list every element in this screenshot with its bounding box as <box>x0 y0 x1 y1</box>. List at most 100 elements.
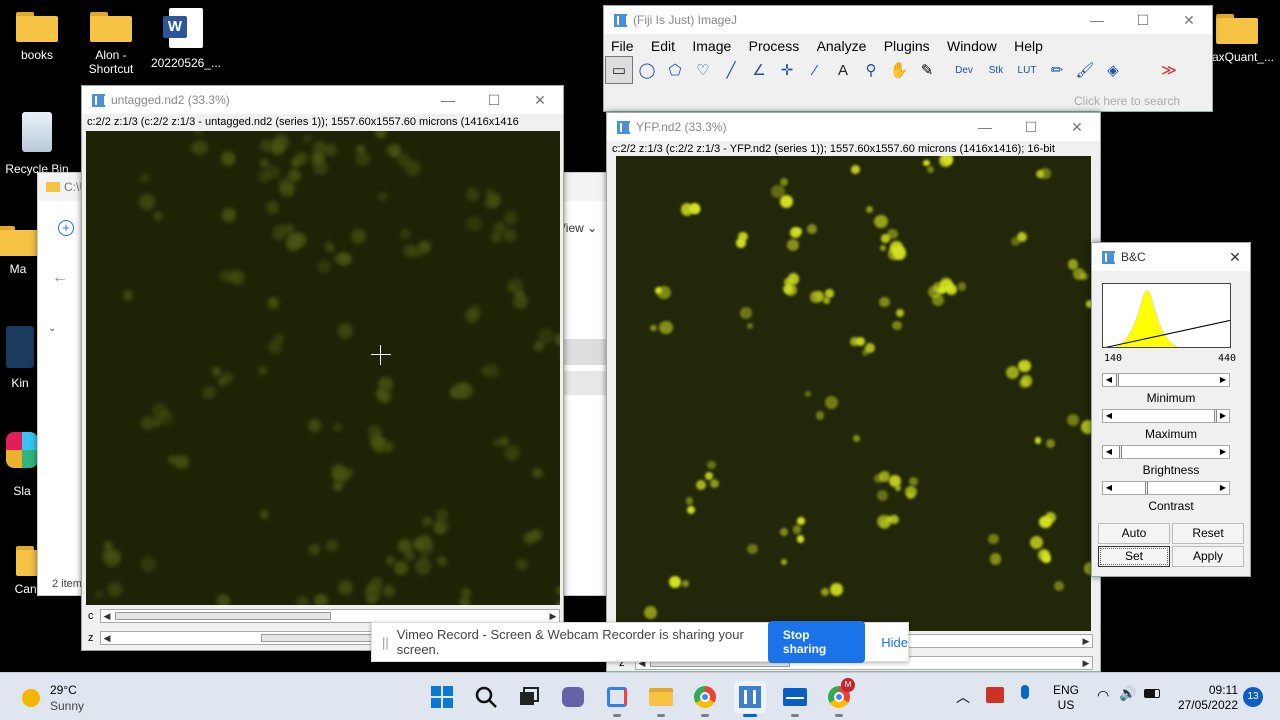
right-arrow-icon[interactable]: ▶ <box>1217 410 1229 422</box>
yfp-image-canvas[interactable] <box>616 156 1091 631</box>
hide-button[interactable]: Hide <box>881 635 908 650</box>
untagged-image-window[interactable]: untagged.nd2 (33.3%) — ☐ ✕ c:2/2 z:1/3 (… <box>81 85 564 651</box>
back-arrow-icon[interactable]: ← <box>52 269 68 287</box>
minimum-slider[interactable]: ◀ ▶ <box>1102 373 1230 387</box>
flood-fill-tool-icon[interactable]: ◈ <box>1099 56 1127 84</box>
language-indicator[interactable]: ENG US <box>1053 683 1079 713</box>
pencil-tool-icon[interactable]: ✏ <box>1043 56 1071 84</box>
left-arrow-icon[interactable]: ◀ <box>1103 482 1115 494</box>
slider-thumb[interactable] <box>115 612 331 620</box>
task-view-icon[interactable] <box>513 681 545 713</box>
right-arrow-icon[interactable]: ▶ <box>1217 374 1229 386</box>
dropper-tool-icon[interactable]: ✎ <box>913 56 941 84</box>
wand-tool-icon[interactable]: ⁄ <box>801 56 829 84</box>
menu-file[interactable]: File <box>611 38 634 54</box>
polygon-tool-icon[interactable]: ⬠ <box>661 56 689 84</box>
mail-icon[interactable] <box>779 681 811 717</box>
menu-edit[interactable]: Edit <box>651 38 675 54</box>
search-input[interactable]: Click here to search <box>1074 94 1180 108</box>
clock[interactable]: 09:11 27/05/2022 <box>1170 683 1238 713</box>
chat-icon[interactable] <box>557 681 589 713</box>
apply-button[interactable]: Apply <box>1172 546 1244 567</box>
brush-tool-icon[interactable]: 🖌 <box>1071 56 1099 84</box>
maximum-slider[interactable]: ◀ ▶ <box>1102 409 1230 423</box>
minimize-button[interactable]: — <box>1074 12 1120 29</box>
rectangle-tool-icon[interactable]: ▭ <box>605 56 633 84</box>
close-button[interactable]: ✕ <box>1220 249 1250 266</box>
chrome-icon[interactable] <box>689 681 721 717</box>
yfp-titlebar[interactable]: YFP.nd2 (33.3%) — ☐ ✕ <box>607 113 1100 141</box>
snipping-icon[interactable] <box>601 681 633 717</box>
right-arrow-icon[interactable]: ▶ <box>1217 446 1229 458</box>
stk-tool-button[interactable]: Stk <box>981 56 1011 84</box>
menu-process[interactable]: Process <box>749 38 800 54</box>
point-tool-icon[interactable]: ✛ <box>773 56 801 84</box>
drag-handle-icon[interactable]: || <box>382 635 389 650</box>
bc-titlebar[interactable]: B&C ✕ <box>1092 243 1250 271</box>
brightness-slider[interactable]: ◀ ▶ <box>1102 445 1230 459</box>
reset-button[interactable]: Reset <box>1172 523 1244 544</box>
left-arrow-icon[interactable]: ◀ <box>1103 374 1115 386</box>
chrome-profile-icon[interactable]: M <box>823 678 855 717</box>
desktop-icon-alon-shortcut[interactable]: Alon - Shortcut <box>71 10 151 76</box>
angle-tool-icon[interactable]: ∠ <box>745 56 773 84</box>
more-tools-icon[interactable]: ≫ <box>1155 56 1183 84</box>
lut-tool-button[interactable]: LUT <box>1011 56 1043 84</box>
auto-button[interactable]: Auto <box>1098 523 1170 544</box>
microphone-icon[interactable] <box>1021 685 1029 699</box>
menu-help[interactable]: Help <box>1014 38 1043 54</box>
desktop-icon-books[interactable]: books <box>0 10 77 62</box>
desktop-icon-recycle-bin[interactable]: Recycle Bin <box>0 112 77 176</box>
search-icon[interactable] <box>470 681 502 713</box>
stop-sharing-button[interactable]: Stop sharing <box>767 621 866 663</box>
maximize-button[interactable]: ☐ <box>1120 12 1166 29</box>
menu-plugins[interactable]: Plugins <box>884 38 930 54</box>
fiji-main-window[interactable]: (Fiji Is Just) ImageJ — ☐ ✕ File Edit Im… <box>603 5 1213 112</box>
expand-chevron-icon[interactable]: ⌄ <box>48 323 56 334</box>
close-button[interactable]: ✕ <box>1054 119 1100 136</box>
hand-tool-icon[interactable]: ✋ <box>885 56 913 84</box>
show-hidden-icons-icon[interactable]: ︿ <box>956 687 970 707</box>
right-arrow-icon[interactable]: ▶ <box>1217 482 1229 494</box>
right-arrow-icon[interactable]: ▶ <box>1080 636 1092 647</box>
slider-thumb[interactable] <box>1116 374 1120 386</box>
menu-image[interactable]: Image <box>692 38 731 54</box>
left-arrow-icon[interactable]: ◀ <box>1103 410 1115 422</box>
wifi-icon[interactable]: ◠ <box>1097 687 1109 704</box>
freehand-tool-icon[interactable]: ♡ <box>689 56 717 84</box>
maximize-button[interactable]: ☐ <box>1008 119 1054 136</box>
text-tool-icon[interactable]: A <box>829 56 857 84</box>
desktop-icon-word-doc[interactable]: W 20220526_... <box>146 8 226 70</box>
close-button[interactable]: ✕ <box>517 92 563 109</box>
notification-badge[interactable]: 13 <box>1243 687 1263 707</box>
minimize-button[interactable]: — <box>962 119 1008 136</box>
maximize-button[interactable]: ☐ <box>471 92 517 109</box>
new-icon[interactable]: + <box>58 220 74 236</box>
set-button[interactable]: Set <box>1098 546 1170 567</box>
volume-icon[interactable]: 🔊 <box>1119 685 1136 702</box>
untagged-image-canvas[interactable] <box>86 131 560 605</box>
battery-icon[interactable] <box>1144 689 1160 698</box>
dropbox-icon[interactable] <box>986 687 1004 703</box>
left-arrow-icon[interactable]: ◀ <box>1103 446 1115 458</box>
slider-thumb[interactable] <box>1119 446 1123 458</box>
fiji-titlebar[interactable]: (Fiji Is Just) ImageJ — ☐ ✕ <box>604 6 1212 34</box>
yfp-image-window[interactable]: YFP.nd2 (33.3%) — ☐ ✕ c:2/2 z:1/3 (c:2/2… <box>606 112 1101 672</box>
menu-window[interactable]: Window <box>947 38 997 54</box>
fiji-icon[interactable] <box>734 681 766 717</box>
dev-tool-button[interactable]: Dev <box>947 56 981 84</box>
minimize-button[interactable]: — <box>425 92 471 109</box>
file-explorer-icon[interactable] <box>645 681 677 717</box>
brightness-contrast-window[interactable]: B&C ✕ 140 440 ◀ ▶ Minimum ◀ ▶ Maximum ◀ … <box>1091 242 1251 577</box>
right-arrow-icon[interactable]: ▶ <box>1080 658 1092 669</box>
close-button[interactable]: ✕ <box>1166 12 1212 29</box>
right-arrow-icon[interactable]: ▶ <box>547 611 559 622</box>
oval-tool-icon[interactable]: ◯ <box>633 56 661 84</box>
weather-widget[interactable]: 29°C Sunny <box>22 682 84 714</box>
line-tool-icon[interactable]: ╱ <box>717 56 745 84</box>
left-arrow-icon[interactable]: ◀ <box>101 611 113 622</box>
desktop-icon-axquant[interactable]: axQuant_... <box>1212 12 1280 64</box>
menu-analyze[interactable]: Analyze <box>817 38 867 54</box>
channel-slider[interactable]: ◀ ▶ <box>100 609 560 623</box>
slider-thumb[interactable] <box>1144 482 1148 494</box>
